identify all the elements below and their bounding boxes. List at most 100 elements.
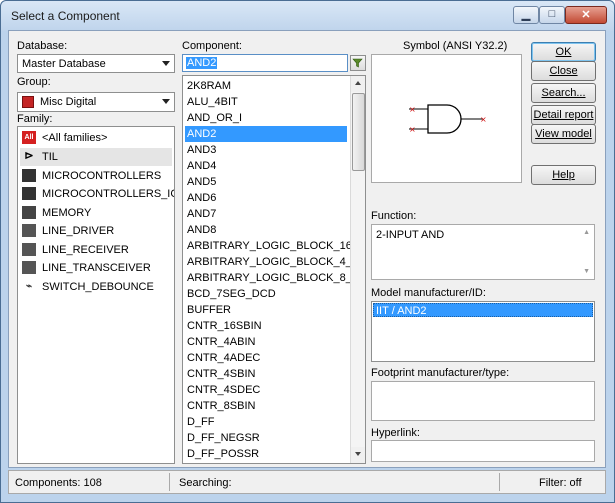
scroll-up-button[interactable] (351, 76, 365, 92)
family-item-til[interactable]: ⊳ TIL (20, 148, 172, 166)
component-item[interactable]: CNTR_4ABIN (185, 334, 347, 350)
family-list[interactable]: All <All families> ⊳ TIL MICROCONTROLLER… (17, 126, 175, 464)
component-item[interactable]: ARBITRARY_LOGIC_BLOCK_8_8 (185, 270, 358, 286)
group-select[interactable]: Misc Digital (17, 92, 175, 112)
view-model-button-label: View model (535, 128, 592, 140)
status-filter: Filter: off (539, 477, 582, 489)
memory-icon (22, 206, 36, 219)
component-item[interactable]: CNTR_4ADEC (185, 350, 347, 366)
model-item-selected[interactable]: IIT / AND2 (373, 303, 593, 317)
database-select[interactable]: Master Database (17, 54, 175, 73)
component-item[interactable]: CNTR_8SBIN (185, 398, 347, 414)
function-value: 2-INPUT AND (376, 229, 445, 241)
switch-debounce-icon: ⌁ (25, 281, 33, 292)
database-value: Master Database (22, 58, 106, 70)
component-item[interactable]: AND8 (185, 222, 347, 238)
component-item[interactable]: D_FF_NEGSR (185, 430, 347, 446)
component-item[interactable]: CNTR_16SBIN (185, 318, 347, 334)
component-item[interactable]: AND2 (185, 126, 347, 142)
search-button[interactable]: Search... (531, 83, 596, 103)
symbol-label: Symbol (ANSI Y32.2) (403, 40, 508, 52)
minimize-icon: ▁ (521, 9, 531, 21)
status-divider (499, 473, 500, 491)
component-item[interactable]: AND5 (185, 174, 347, 190)
component-item[interactable]: AND7 (185, 206, 347, 222)
status-divider (169, 473, 170, 491)
maximize-icon: □ (548, 8, 556, 20)
pin-marker-icon: × (480, 115, 487, 124)
group-label: Group: (17, 76, 51, 88)
group-value: Misc Digital (40, 96, 97, 108)
line-driver-icon (22, 224, 36, 237)
model-list[interactable]: IIT / AND2 (371, 301, 595, 362)
component-list[interactable]: 2K8RAM ALU_4BIT AND_OR_I AND2 AND3 AND4 AND5 AN… (182, 75, 366, 464)
close-button-label: Close (549, 65, 578, 77)
status-components: Components: 108 (15, 477, 102, 489)
chip-icon (22, 169, 36, 182)
close-button[interactable]: Close (531, 61, 596, 81)
all-families-icon: All (22, 131, 36, 144)
model-label: Model manufacturer/ID: (371, 287, 486, 299)
help-button[interactable]: Help (531, 165, 596, 185)
hyperlink-textbox[interactable] (371, 440, 595, 462)
footprint-label: Footprint manufacturer/type: (371, 367, 510, 379)
arrow-down-icon (355, 452, 361, 456)
dropdown-arrow-icon (162, 61, 170, 66)
component-item[interactable]: 2K8RAM (185, 78, 347, 94)
function-textbox: 2-INPUT AND ▲ ▼ (371, 224, 595, 280)
help-button-label: Help (552, 169, 575, 181)
status-bar: Components: 108 Searching: Filter: off (8, 470, 606, 494)
ok-button[interactable]: OK (531, 42, 596, 62)
minimize-button[interactable]: ▁ (513, 6, 539, 24)
filter-icon (352, 58, 363, 68)
close-icon: ✕ (581, 9, 591, 21)
component-item[interactable]: ARBITRARY_LOGIC_BLOCK_4_4 (185, 254, 358, 270)
component-item[interactable]: AND_OR_I (185, 110, 347, 126)
component-item[interactable]: ALU_4BIT (185, 94, 347, 110)
detail-report-button[interactable]: Detail report (531, 105, 596, 125)
pin-marker-icon: × (409, 105, 416, 114)
component-item[interactable]: D_FF_POSSR (185, 446, 347, 462)
component-search-input[interactable]: AND2 (182, 54, 348, 72)
component-item[interactable]: AND6 (185, 190, 347, 206)
and-gate-symbol: × × × (409, 104, 487, 134)
arrow-up-icon: ▲ (583, 229, 590, 236)
component-item[interactable]: D_FF (185, 414, 347, 430)
filter-button[interactable] (350, 55, 366, 71)
search-button-label: Search... (541, 87, 586, 99)
title-bar: Select a Component ▁ □ ✕ (1, 1, 614, 31)
component-item[interactable]: AND4 (185, 158, 347, 174)
misc-digital-icon (22, 96, 34, 108)
close-window-button[interactable]: ✕ (565, 6, 607, 24)
component-item[interactable]: CNTR_4SDEC (185, 382, 347, 398)
maximize-button[interactable]: □ (539, 6, 565, 24)
pin-marker-icon: × (409, 125, 416, 134)
footprint-textbox (371, 381, 595, 421)
component-scrollbar[interactable] (350, 76, 365, 463)
scroll-down-button[interactable] (351, 447, 365, 463)
detail-report-button-label: Detail report (533, 109, 594, 121)
scroll-thumb[interactable] (352, 93, 365, 171)
component-item[interactable]: AND3 (185, 142, 347, 158)
symbol-preview: × × × (371, 54, 522, 183)
component-label: Component: (182, 40, 242, 52)
component-item[interactable]: ARBITRARY_LOGIC_BLOCK_16_16 (185, 238, 365, 254)
window-title: Select a Component (11, 9, 120, 23)
dialog-client-area: Database: Master Database Group: Misc Di… (8, 30, 606, 468)
arrow-up-icon (355, 81, 361, 85)
component-search-value: AND2 (186, 57, 218, 69)
line-transceiver-icon (22, 261, 36, 274)
line-receiver-icon (22, 243, 36, 256)
component-item[interactable]: BUFFER (185, 302, 347, 318)
arrow-down-icon: ▼ (583, 268, 590, 275)
component-item[interactable]: CNTR_4SBIN (185, 366, 347, 382)
ok-button-label: OK (555, 46, 572, 58)
function-label: Function: (371, 210, 417, 222)
component-item[interactable]: BCD_7SEG_DCD (185, 286, 347, 302)
chip-icon (22, 187, 36, 200)
til-icon: ⊳ (24, 150, 34, 162)
family-label: Family: (17, 113, 53, 125)
dropdown-arrow-icon (162, 99, 170, 104)
database-label: Database: (17, 40, 68, 52)
view-model-button[interactable]: View model (531, 124, 596, 144)
